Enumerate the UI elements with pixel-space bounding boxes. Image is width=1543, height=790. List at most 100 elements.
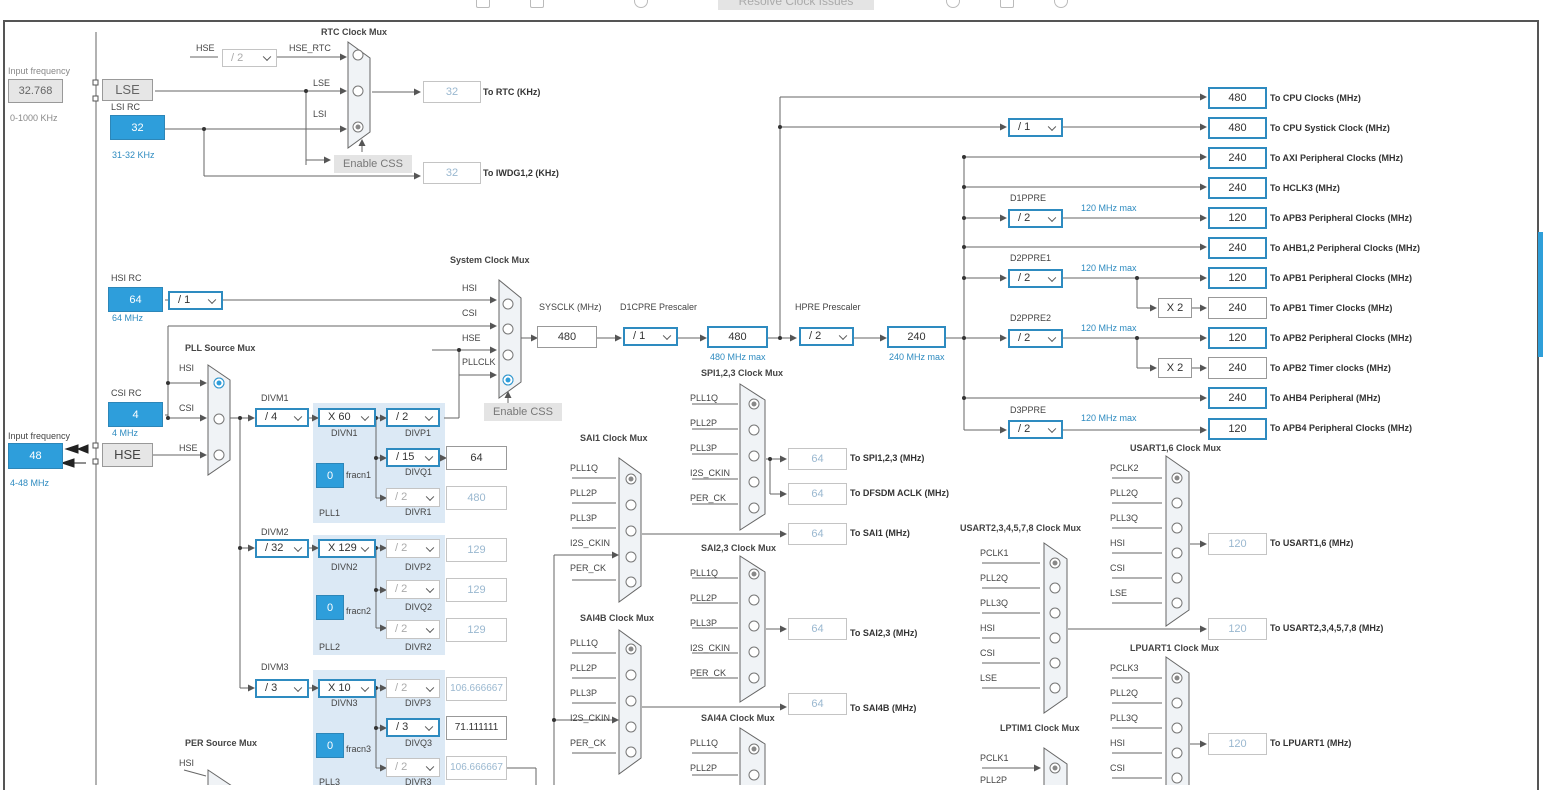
- apb1-timer-multiplier: X 2: [1158, 298, 1192, 318]
- divm1-select[interactable]: / 4: [255, 408, 309, 427]
- pll2-label: PLL2: [319, 642, 341, 652]
- sai1-output-value: 64: [788, 523, 847, 545]
- sai23-output-value: 64: [788, 618, 847, 640]
- divp2-select[interactable]: / 2: [386, 539, 440, 558]
- d1ppre-select[interactable]: / 2: [1008, 209, 1063, 228]
- spi-in-pll3p: PLL3P: [690, 443, 718, 453]
- d2ppre1-select[interactable]: / 2: [1008, 269, 1063, 288]
- spi-in-pll2p: PLL2P: [690, 418, 718, 428]
- usart16-in-pll3q: PLL3Q: [1110, 513, 1139, 523]
- usart2-in-pll3q: PLL3Q: [980, 598, 1009, 608]
- hpre-select[interactable]: / 2: [799, 327, 854, 346]
- to-sai23-label: To SAI2,3 (MHz): [850, 628, 918, 638]
- divn3-select[interactable]: X 10: [318, 679, 376, 698]
- d3ppre-select[interactable]: / 2: [1008, 420, 1063, 439]
- sai23-in-pll3p: PLL3P: [690, 618, 718, 628]
- to-apb4-label: To APB4 Peripheral Clocks (MHz): [1270, 423, 1413, 433]
- sai4a-in-pll2p: PLL2P: [690, 763, 718, 773]
- to-hclk3-label: To HCLK3 (MHz): [1270, 183, 1340, 193]
- apb3-peripheral-value[interactable]: 120: [1208, 207, 1267, 229]
- fracn3-label: fracn3: [346, 744, 372, 754]
- to-dfsdm-label: To DFSDM ACLK (MHz): [850, 488, 949, 498]
- rtc-enable-css-button[interactable]: Enable CSS: [334, 155, 412, 173]
- divp1-select[interactable]: / 2: [386, 408, 440, 427]
- fracn1-input[interactable]: 0: [316, 463, 344, 488]
- hse-input-frequency-label: Input frequency: [8, 431, 71, 441]
- divp3-select[interactable]: / 2: [386, 679, 440, 698]
- hse-range-label: 4-48 MHz: [10, 478, 50, 488]
- apb2-timer-value: 240: [1208, 357, 1267, 379]
- usart2-in-pclk1: PCLK1: [980, 548, 1009, 558]
- apb4-max-label: 120 MHz max: [1081, 413, 1137, 423]
- sysmux-csi-label: CSI: [462, 308, 478, 318]
- d1cpre-select[interactable]: / 1: [623, 327, 678, 346]
- divr2-output: 129: [446, 618, 507, 642]
- apb3-max-label: 120 MHz max: [1081, 203, 1137, 213]
- axi-peripheral-value[interactable]: 240: [1208, 147, 1267, 169]
- sysmux-pllclk-label: PLLCLK: [462, 357, 496, 367]
- divq1-label: DIVQ1: [405, 467, 433, 477]
- divr2-label: DIVR2: [405, 642, 432, 652]
- to-apb1-timer-label: To APB1 Timer Clocks (MHz): [1270, 303, 1393, 313]
- fracn3-input[interactable]: 0: [316, 733, 344, 758]
- sys-enable-css-button[interactable]: Enable CSS: [484, 403, 562, 421]
- divr1-select[interactable]: / 2: [386, 488, 440, 507]
- fracn2-input[interactable]: 0: [316, 595, 344, 620]
- divr1-output: 480: [446, 486, 507, 510]
- lse-frequency-input[interactable]: 32.768: [8, 79, 63, 103]
- sai4b-in-i2s-ckin: I2S_CKIN: [570, 713, 611, 723]
- divn1-select[interactable]: X 60: [318, 408, 376, 427]
- divq3-select[interactable]: / 3: [386, 718, 440, 737]
- divm1-label: DIVM1: [261, 393, 289, 403]
- divq2-output: 129: [446, 578, 507, 602]
- to-axi-label: To AXI Peripheral Clocks (MHz): [1270, 153, 1404, 163]
- divn2-select[interactable]: X 129: [318, 539, 376, 558]
- spi-in-i2s-ckin: I2S_CKIN: [690, 468, 731, 478]
- divm2-select[interactable]: / 32: [255, 539, 309, 558]
- pllsrc-hsi-label: HSI: [179, 363, 195, 373]
- cpu-clocks-value[interactable]: 480: [1208, 87, 1267, 109]
- csi-range-label: 4 MHz: [112, 428, 139, 438]
- cpu-systick-value[interactable]: 480: [1208, 117, 1267, 139]
- persrc-hsi-label: HSI: [179, 758, 195, 768]
- divr1-label: DIVR1: [405, 507, 432, 517]
- sai4a-in-pll1q: PLL1Q: [690, 738, 719, 748]
- hpre-prescaler-label: HPRE Prescaler: [795, 302, 861, 312]
- divm3-label: DIVM3: [261, 662, 289, 672]
- divp3-label: DIVP3: [405, 698, 432, 708]
- hsi-divider-select[interactable]: / 1: [168, 291, 223, 310]
- sai4b-in-per-ck: PER_CK: [570, 738, 607, 748]
- apb2-peripheral-value[interactable]: 120: [1208, 327, 1267, 349]
- divm3-select[interactable]: / 3: [255, 679, 309, 698]
- hclk3-value[interactable]: 240: [1208, 177, 1267, 199]
- sai1-in-pll1q: PLL1Q: [570, 463, 599, 473]
- divq1-select[interactable]: / 15: [386, 448, 440, 467]
- to-rtc-label: To RTC (KHz): [483, 87, 541, 97]
- ahb12-peripheral-value[interactable]: 240: [1208, 237, 1267, 259]
- lpuart1-output-value: 120: [1208, 733, 1267, 755]
- to-sai4b-label: To SAI4B (MHz): [850, 703, 917, 713]
- hsi-range-label: 64 MHz: [112, 313, 144, 323]
- iwdg-output-value: 32: [423, 162, 481, 184]
- hse-rtc-divider-select[interactable]: / 2: [222, 49, 277, 67]
- lpuart1-clock-mux-title: LPUART1 Clock Mux: [1130, 643, 1220, 653]
- apb1-peripheral-value[interactable]: 120: [1208, 267, 1267, 289]
- ahb4-peripheral-value[interactable]: 240: [1208, 387, 1267, 409]
- d2ppre2-select[interactable]: / 2: [1008, 329, 1063, 348]
- cpu-frequency-input[interactable]: 480: [707, 326, 768, 348]
- cpu-systick-divider-select[interactable]: / 1: [1008, 118, 1063, 137]
- apb4-peripheral-value[interactable]: 120: [1208, 418, 1267, 440]
- system-clock-mux-title: System Clock Mux: [450, 255, 530, 265]
- divr2-select[interactable]: / 2: [386, 620, 440, 639]
- hclk-frequency-input[interactable]: 240: [887, 326, 946, 348]
- divr3-select[interactable]: / 2: [386, 758, 440, 777]
- sai4a-clock-mux-title: SAI4A Clock Mux: [701, 713, 775, 723]
- divq2-select[interactable]: / 2: [386, 580, 440, 599]
- to-apb2-timer-label: To APB2 Timer clocks (MHz): [1270, 363, 1391, 373]
- divr3-output: 106.666667: [446, 756, 507, 780]
- sai23-in-per-ck: PER_CK: [690, 668, 727, 678]
- sai4b-in-pll2p: PLL2P: [570, 663, 598, 673]
- to-usart16-label: To USART1,6 (MHz): [1270, 538, 1354, 548]
- apb1-timer-value: 240: [1208, 297, 1267, 319]
- hse-frequency-input[interactable]: 48: [8, 443, 63, 469]
